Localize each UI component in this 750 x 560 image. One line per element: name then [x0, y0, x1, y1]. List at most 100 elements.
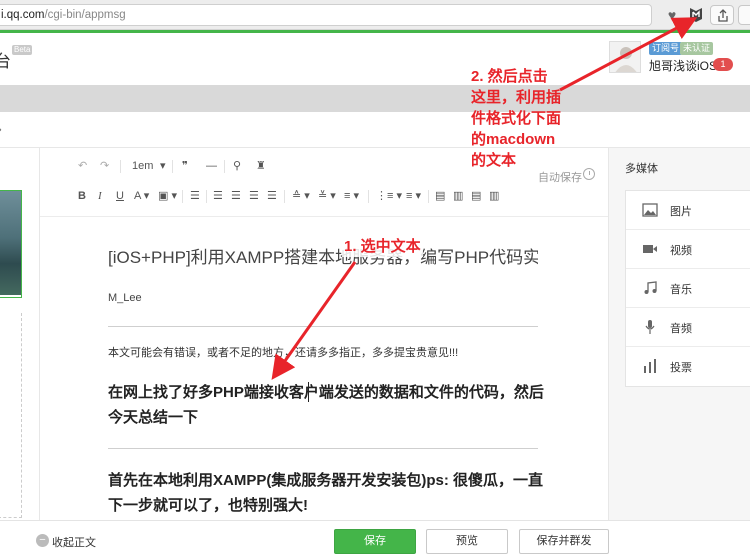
annotation-line: 的文本	[471, 152, 517, 169]
share-icon	[718, 9, 728, 22]
paragraph-spacing-before-icon[interactable]: ≙ ▾	[292, 186, 310, 206]
toolbar-divider-line	[40, 216, 608, 217]
address-bar[interactable]: i.qq.com/cgi-bin/appmsg	[0, 4, 652, 26]
document-heading-2[interactable]: 首先在本地利用XAMPP(集成服务器开发安装包)ps: 很傻瓜，一直下一步就可以…	[108, 468, 548, 518]
undo-icon[interactable]: ↶	[78, 156, 87, 176]
verify-status-badge: 未认证	[680, 42, 714, 55]
preview-button[interactable]: 预览	[426, 529, 508, 554]
media-item-video[interactable]: 视频	[626, 230, 750, 269]
link-icon[interactable]: ⚲	[233, 156, 241, 176]
url-host: i.qq.com	[1, 9, 45, 21]
toolbar-divider	[182, 190, 183, 203]
annotation-line: 件格式化下面	[471, 110, 562, 127]
action-bar: − 收起正文 保存 预览 保存并群发	[0, 520, 750, 560]
nav-band	[0, 85, 750, 112]
toolbar-divider	[224, 160, 225, 173]
document-title[interactable]: [iOS+PHP]利用XAMPP搭建本地服务器，编写PHP代码实现	[108, 243, 538, 268]
save-button[interactable]: 保存	[334, 529, 416, 554]
media-item-music[interactable]: 音乐	[626, 269, 750, 308]
add-article-slot[interactable]	[0, 313, 22, 518]
annotation-line: 的macdown	[471, 131, 556, 148]
autosave-label: 自动保存	[538, 172, 582, 184]
highlight-icon[interactable]: ▣ ▾	[158, 186, 177, 206]
video-icon	[643, 245, 657, 253]
media-item-image[interactable]: 图片	[626, 191, 750, 230]
text-cursor	[308, 382, 309, 402]
toolbar-divider	[172, 160, 173, 173]
annotation-line: 这里，利用插	[471, 89, 562, 106]
media-item-poll[interactable]: 投票	[626, 347, 750, 386]
article-list-column	[0, 148, 40, 520]
content-divider	[108, 326, 538, 327]
platform-title: 台	[0, 52, 11, 71]
media-item-audio[interactable]: 音频	[626, 308, 750, 347]
plus-circle-icon[interactable]: −	[36, 534, 49, 547]
back-arrow-icon[interactable]: ›	[0, 124, 2, 136]
media-item-label: 音乐	[670, 284, 692, 296]
document-heading-1[interactable]: 在网上找了好多PHP端接收客户端发送的数据和文件的代码，然后今天总结一下	[108, 380, 548, 430]
toolbar-divider	[284, 190, 285, 203]
share-button[interactable]	[710, 5, 734, 25]
toolbar-divider	[120, 160, 121, 173]
beta-badge: Beta	[12, 45, 33, 55]
avatar-image	[610, 42, 640, 72]
media-panel: 多媒体 图片 视频 音乐 音频 投票	[608, 148, 750, 520]
heart-icon[interactable]: ♥	[664, 7, 680, 23]
chevron-down-icon[interactable]: ▾	[160, 156, 166, 176]
italic-icon[interactable]: I	[98, 186, 102, 206]
float-right-icon[interactable]: ▤	[471, 186, 481, 206]
font-color-icon[interactable]: A ▾	[134, 186, 149, 206]
redo-icon[interactable]: ↷	[100, 156, 109, 176]
editor: ↶ ↷ 1em ▾ ❞ — ⚲ ♜ 自动保存 B I U A ▾ ▣ ▾ ☰ ☰…	[40, 148, 608, 520]
article-thumbnail[interactable]	[0, 190, 22, 298]
media-item-label: 音频	[670, 323, 692, 335]
media-item-label: 投票	[670, 362, 692, 374]
underline-icon[interactable]: U	[116, 186, 124, 206]
clock-icon	[583, 168, 595, 180]
float-none-icon[interactable]: ▥	[453, 186, 463, 206]
thumbnail-image	[0, 191, 21, 295]
content-divider	[108, 448, 538, 449]
align-left-icon[interactable]: ☰	[213, 186, 223, 206]
annotation-step-1: 1. 选中文本	[342, 236, 423, 257]
poll-icon	[644, 359, 656, 373]
notification-badge[interactable]: 1	[713, 58, 733, 71]
media-panel-title: 多媒体	[625, 163, 658, 175]
annotation-line: 2. 然后点击	[471, 68, 548, 85]
url-path: /cgi-bin/appmsg	[44, 9, 126, 21]
app-header: 台 Beta 订阅号 未认证 旭哥浅谈iOS 1	[0, 33, 750, 85]
collapse-content-link[interactable]: 收起正文	[52, 534, 96, 550]
avatar[interactable]	[609, 41, 641, 73]
annotation-step-2: 2. 然后点击 这里，利用插 件格式化下面 的macdown 的文本	[471, 66, 561, 171]
toolbar-divider	[368, 190, 369, 203]
document-note[interactable]: 本文可能会有错误，或者不足的地方，还请多多指正，多多提宝贵意见!!!	[108, 344, 458, 360]
account-type-badge: 订阅号	[649, 42, 683, 55]
account-name[interactable]: 旭哥浅谈iOS	[649, 57, 717, 74]
image-icon	[642, 203, 658, 217]
align-right-icon[interactable]: ☰	[249, 186, 259, 206]
markdown-here-extension-icon[interactable]	[688, 6, 704, 23]
sub-nav-bar: ›	[0, 112, 750, 148]
save-and-publish-button[interactable]: 保存并群发	[519, 529, 609, 554]
indent-icon[interactable]: ☰	[190, 186, 200, 206]
document-author[interactable]: M_Lee	[108, 292, 142, 304]
paragraph-spacing-after-icon[interactable]: ≚ ▾	[318, 186, 336, 206]
more-button[interactable]	[738, 5, 750, 25]
music-icon	[644, 281, 657, 294]
line-height-select[interactable]: 1em	[132, 156, 153, 176]
align-center-icon[interactable]: ☰	[231, 186, 241, 206]
toolbar-divider	[428, 190, 429, 203]
unordered-list-icon[interactable]: ≡ ▾	[406, 186, 421, 206]
media-list: 图片 视频 音乐 音频 投票	[625, 190, 750, 387]
horizontal-rule-icon[interactable]: —	[206, 156, 217, 176]
bold-icon[interactable]: B	[78, 186, 86, 206]
align-justify-icon[interactable]: ☰	[267, 186, 277, 206]
microphone-icon	[645, 320, 655, 334]
format-painter-icon[interactable]: ♜	[256, 156, 266, 176]
float-center-icon[interactable]: ▥	[489, 186, 499, 206]
line-spacing-icon[interactable]: ≡ ▾	[344, 186, 359, 206]
browser-toolbar: i.qq.com/cgi-bin/appmsg ♥	[0, 0, 750, 30]
float-left-icon[interactable]: ▤	[435, 186, 445, 206]
ordered-list-icon[interactable]: ⋮≡ ▾	[376, 186, 402, 206]
blockquote-icon[interactable]: ❞	[182, 156, 188, 176]
